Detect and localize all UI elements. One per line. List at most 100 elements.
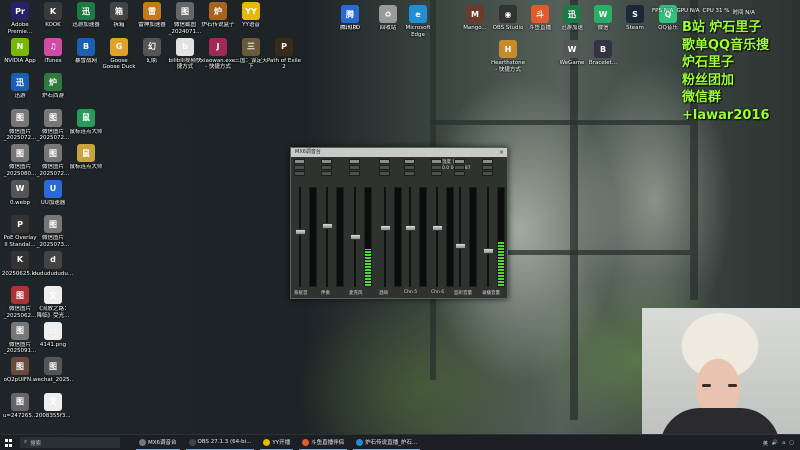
overlay-line: B站 炉石里子 (682, 20, 762, 35)
fader-track[interactable] (299, 187, 301, 287)
desktop-icon[interactable]: ▭ 4141.png (33, 321, 73, 349)
fader-knob[interactable] (295, 229, 306, 236)
taskbar-app-button[interactable]: MX6调音台 (136, 436, 180, 450)
desktop-icon[interactable]: 文 2008355f3... (33, 392, 73, 420)
fader-knob[interactable] (350, 234, 361, 240)
channel-toggle-button[interactable] (404, 165, 415, 170)
desktop-icon-label: Microsoft Edge (405, 25, 431, 38)
desktop-icon[interactable]: B Bracelet... (583, 40, 623, 67)
taskbar-search-input[interactable]: ⌕ 搜索 (20, 437, 120, 448)
desktop-icon[interactable]: P Path of Exile 2 (264, 37, 304, 71)
fader-track[interactable] (436, 187, 438, 287)
desktop-icon-label: 微信图片 _2025073... (36, 235, 70, 248)
channel-toggle-button[interactable] (294, 159, 305, 164)
fps-readout: FPS N/A (652, 8, 674, 14)
channel-toggle-button[interactable] (482, 165, 493, 170)
desktop-icon[interactable]: 图 wechat_2025... (33, 357, 73, 384)
goose-icon: G (110, 37, 128, 56)
desktop-icon[interactable]: H Hearthstone - 快捷方式 (488, 40, 528, 73)
notification-icon[interactable]: ▢ (789, 440, 794, 446)
fader-track[interactable] (409, 187, 411, 287)
tray-lang[interactable]: 英 (763, 440, 768, 447)
channel-toggle-button[interactable] (294, 171, 305, 176)
desktop-icon[interactable]: 鼠鼠标连点大师 (66, 144, 106, 171)
channel-toggle-button[interactable] (294, 165, 305, 170)
desktop-icon[interactable]: YY YY语音 (231, 2, 271, 29)
channel-toggle-button[interactable] (349, 159, 360, 164)
mixer-window[interactable]: MX6调音台 × 温度 音量 0.0 0000087 系统音伴奏麦克风混响Chn… (290, 147, 508, 299)
channel-toggle-button[interactable] (454, 171, 465, 176)
level-meter-fill (365, 248, 371, 286)
channel-toggle-button[interactable] (404, 171, 415, 176)
mixer-channel: 伴奏 (321, 159, 344, 297)
fader-knob[interactable] (322, 222, 333, 229)
level-meter (309, 187, 317, 287)
fader-track[interactable] (459, 187, 461, 287)
file-icon: K (11, 250, 29, 269)
channel-toggle-button[interactable] (379, 159, 390, 164)
channel-toggle-button[interactable] (321, 171, 332, 176)
taskbar-app-button[interactable]: OBS 27.1.3 (64-bi... (185, 436, 255, 450)
taskbar-app-button[interactable]: 斗鱼直播伴侣 (299, 436, 348, 450)
desktop-icon[interactable]: d dududududu... (33, 250, 73, 278)
channel-toggle-button[interactable] (379, 165, 390, 170)
channel-toggle-button[interactable] (431, 159, 442, 164)
mixer-title-bar[interactable]: MX6调音台 (291, 148, 507, 157)
file-icon: d (44, 250, 62, 269)
desktop-icon[interactable]: 文《流放之路： 降临》受光... (33, 286, 73, 319)
fader-knob[interactable] (380, 224, 391, 231)
mango-icon: M (466, 5, 484, 23)
taskbar-app-button[interactable]: 炉石传说直播_炉石... (353, 436, 421, 450)
obs-icon: ◉ (499, 5, 517, 23)
level-meter (419, 187, 427, 287)
desktop-icon-label: UU加速器 (40, 199, 66, 206)
mouse-clicker-icon: 鼠 (77, 108, 95, 127)
desktop-icon[interactable]: 鼠鼠标连点大师 (66, 108, 106, 136)
fader-knob[interactable] (405, 224, 416, 231)
channel-toggle-button[interactable] (482, 159, 493, 164)
desktop-icon-label: 《流放之路： 降临》受光... (36, 306, 70, 319)
close-icon[interactable]: × (498, 149, 505, 156)
mixer-channel: 麦克风 (349, 159, 372, 297)
fader-track[interactable] (487, 187, 489, 287)
image-icon: 图 (44, 108, 62, 127)
channel-toggle-button[interactable] (431, 165, 442, 170)
taskbar-app-button[interactable]: YY开播 (260, 436, 294, 450)
channel-toggle-button[interactable] (454, 165, 465, 170)
desktop-icon[interactable]: 腾腾讯IPO (330, 5, 370, 32)
poe-overlay-icon: P (11, 215, 29, 233)
fader-knob[interactable] (432, 224, 443, 231)
channel-toggle-button[interactable] (349, 171, 360, 176)
fader-track[interactable] (384, 187, 386, 287)
desktop-icon-label: dududududu... (33, 270, 73, 277)
obs-icon (188, 438, 196, 446)
channel-label: 伴奏 (321, 291, 330, 296)
taskbar: ⌕ 搜索 MX6调音台 OBS 27.1.3 (64-bi... YY开播 斗鱼直播伴… (0, 434, 800, 450)
channel-toggle-button[interactable] (321, 159, 332, 164)
channel-toggle-button[interactable] (349, 165, 360, 170)
network-icon[interactable]: ⌂ (782, 440, 785, 446)
windows-start-icon[interactable] (0, 435, 16, 450)
volume-icon[interactable]: 🔊 (772, 440, 778, 446)
mixer-channel: 系统音 (294, 159, 317, 297)
fader-track[interactable] (326, 187, 328, 287)
fader-knob[interactable] (483, 248, 494, 255)
channel-label: 系统音 (294, 291, 308, 296)
fader-knob[interactable] (455, 243, 466, 250)
channel-toggle-button[interactable] (454, 159, 465, 164)
overlay-line: 歌单QQ音乐搜 (682, 37, 770, 53)
channel-label: 混响 (379, 291, 388, 296)
xiaowan-icon: J (209, 37, 227, 56)
level-meter (364, 187, 372, 287)
desktop-icon[interactable]: U UU加速器 (33, 179, 73, 207)
channel-toggle-button[interactable] (482, 171, 493, 176)
taskbar-app-list: MX6调音台 OBS 27.1.3 (64-bi... YY开播 斗鱼直播伴侣 炉石传说… (130, 436, 421, 450)
wechat-icon: W (594, 5, 612, 23)
channel-toggle-button[interactable] (431, 171, 442, 176)
desktop-icon[interactable]: 炉炉石西游 (33, 73, 73, 100)
channel-toggle-button[interactable] (379, 171, 390, 176)
desktop-icon[interactable]: e Microsoft Edge (398, 5, 438, 38)
channel-toggle-button[interactable] (404, 159, 415, 164)
channel-toggle-button[interactable] (321, 165, 332, 170)
desktop-icon[interactable]: 图微信图片 _2025073... (33, 215, 73, 248)
